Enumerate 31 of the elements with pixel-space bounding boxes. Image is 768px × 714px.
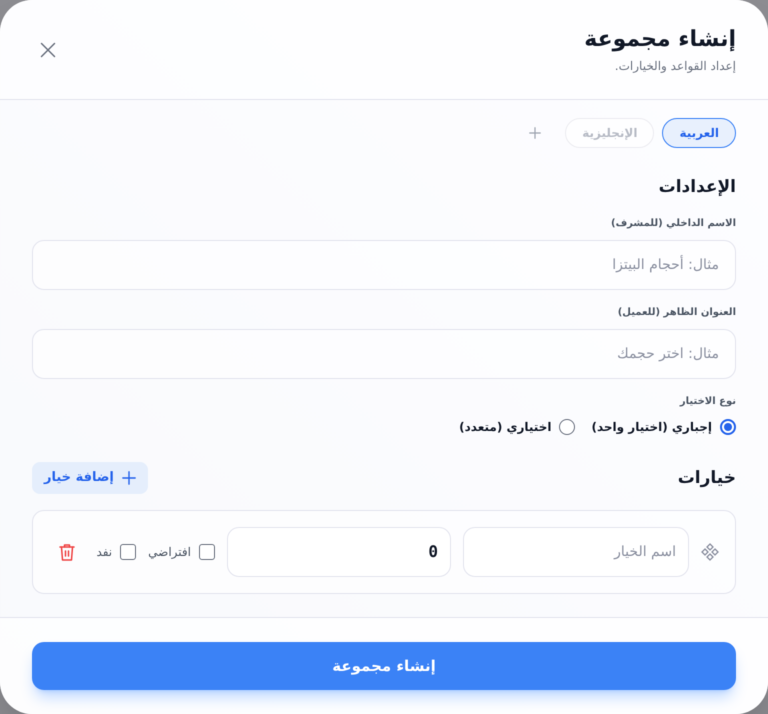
radio-button[interactable] <box>559 419 576 435</box>
dialog-title: إنشاء مجموعة <box>584 26 736 54</box>
close-icon <box>40 42 56 58</box>
drag-handle-icon <box>701 543 719 561</box>
field-label: العنوان الظاهر (للعميل) <box>618 306 736 320</box>
submit-button[interactable]: إنشاء مجموعة <box>32 642 736 690</box>
dialog-subtitle: إعداد القواعد والخيارات. <box>614 58 736 75</box>
delete-button[interactable] <box>59 543 75 561</box>
language-tab[interactable]: الإنجليزية <box>565 118 654 148</box>
section-heading: الإعدادات <box>658 176 736 199</box>
language-tab[interactable]: العربية <box>662 118 736 148</box>
add-language-button[interactable] <box>529 127 542 139</box>
checkbox[interactable] <box>199 544 215 560</box>
radio-label: إجباري (اختيار واحد) <box>591 419 712 436</box>
plus-icon <box>122 471 136 485</box>
checkbox-label: افتراضي <box>148 544 191 561</box>
input-field[interactable]: مثال: أحجام البيتزا <box>32 240 736 290</box>
plus-icon <box>529 127 542 139</box>
checkbox[interactable] <box>120 544 136 560</box>
field-label: نوع الاختيار <box>680 395 736 409</box>
checkbox-label: نفد <box>96 544 112 561</box>
radio-button[interactable] <box>720 419 736 435</box>
trash-icon <box>59 543 75 561</box>
radio-label: اختياري (متعدد) <box>459 419 552 436</box>
section-heading: خيارات <box>678 467 736 490</box>
input-field[interactable]: اسم الخيار <box>463 527 689 577</box>
input-field[interactable]: مثال: اختر حجمك <box>32 329 736 379</box>
close-button[interactable] <box>40 42 56 58</box>
field-label: الاسم الداخلي (للمشرف) <box>611 217 736 231</box>
add-option-button[interactable]: إضافة خيار <box>32 462 148 494</box>
price-field[interactable]: 0 <box>227 527 451 577</box>
